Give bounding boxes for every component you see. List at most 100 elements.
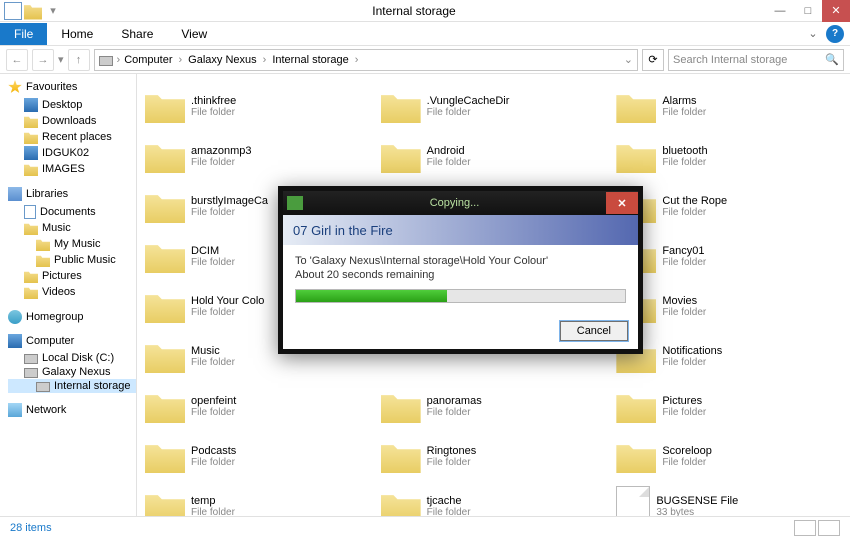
- file-item[interactable]: Fancy01File folder: [616, 234, 842, 278]
- file-item[interactable]: ScoreloopFile folder: [616, 434, 842, 478]
- file-item[interactable]: BUGSENSE File33 bytes: [616, 484, 842, 516]
- copy-dialog-icon: [287, 196, 303, 210]
- forward-button[interactable]: →: [32, 49, 54, 71]
- file-item[interactable]: tjcacheFile folder: [381, 484, 607, 516]
- file-name: Notifications: [662, 345, 722, 357]
- file-icon: [616, 486, 650, 516]
- file-item[interactable]: openfeintFile folder: [145, 384, 371, 428]
- tab-home[interactable]: Home: [47, 23, 107, 45]
- search-icon: 🔍: [825, 53, 839, 66]
- folder-icon: [145, 339, 185, 373]
- file-item[interactable]: PicturesFile folder: [616, 384, 842, 428]
- sidebar-item-public-music[interactable]: Public Music: [8, 252, 136, 268]
- folder-icon: [145, 189, 185, 223]
- file-name: temp: [191, 495, 235, 507]
- file-item[interactable]: AndroidFile folder: [381, 134, 607, 178]
- crumb-device[interactable]: Galaxy Nexus: [188, 54, 272, 66]
- file-type: 33 bytes: [656, 507, 738, 517]
- sidebar-computer[interactable]: Computer: [26, 335, 74, 347]
- view-details-button[interactable]: [794, 520, 816, 536]
- file-type: File folder: [427, 457, 477, 468]
- sidebar-item-music[interactable]: Music: [8, 220, 136, 236]
- qat-caret-icon[interactable]: ▾: [44, 2, 62, 20]
- file-item[interactable]: PodcastsFile folder: [145, 434, 371, 478]
- crumb-computer[interactable]: Computer: [124, 54, 188, 66]
- dialog-close-button[interactable]: ✕: [606, 192, 638, 214]
- sidebar-network[interactable]: Network: [26, 404, 66, 416]
- file-name: tjcache: [427, 495, 471, 507]
- file-item[interactable]: RingtonesFile folder: [381, 434, 607, 478]
- sidebar-item-images[interactable]: IMAGES: [8, 161, 136, 177]
- sidebar-homegroup[interactable]: Homegroup: [26, 311, 83, 323]
- history-caret-icon[interactable]: ▾: [58, 53, 64, 66]
- folder-icon: [145, 139, 185, 173]
- help-icon[interactable]: ?: [826, 25, 844, 43]
- sidebar-favourites[interactable]: Favourites: [26, 81, 77, 93]
- folder-icon: [145, 489, 185, 516]
- sidebar-item-my-music[interactable]: My Music: [8, 236, 136, 252]
- sidebar-item-documents[interactable]: Documents: [8, 204, 136, 220]
- file-name: Alarms: [662, 95, 706, 107]
- sidebar-item-internal-storage[interactable]: Internal storage: [8, 379, 136, 393]
- file-type: File folder: [191, 507, 235, 517]
- sidebar-item-videos[interactable]: Videos: [8, 284, 136, 300]
- ribbon-tabs: File Home Share View ⌄ ?: [0, 22, 850, 46]
- new-folder-icon[interactable]: [24, 2, 42, 20]
- file-item[interactable]: NotificationsFile folder: [616, 334, 842, 378]
- file-item[interactable]: AlarmsFile folder: [616, 84, 842, 128]
- file-name: .thinkfree: [191, 95, 236, 107]
- file-type: File folder: [427, 507, 471, 517]
- refresh-button[interactable]: ⟳: [642, 49, 664, 71]
- file-item[interactable]: MoviesFile folder: [616, 284, 842, 328]
- nav-sidebar: Favourites Desktop Downloads Recent plac…: [0, 74, 137, 516]
- close-button[interactable]: ✕: [822, 0, 850, 22]
- copy-dialog-dest: To 'Galaxy Nexus\Internal storage\Hold Y…: [295, 255, 626, 267]
- crumb-storage[interactable]: Internal storage: [272, 54, 364, 66]
- file-name: burstlyImageCa: [191, 195, 268, 207]
- tab-file[interactable]: File: [0, 23, 47, 45]
- sidebar-item-local-disk[interactable]: Local Disk (C:): [8, 351, 136, 365]
- status-bar: 28 items: [0, 516, 850, 538]
- file-type: File folder: [427, 407, 482, 418]
- file-name: Pictures: [662, 395, 706, 407]
- file-item[interactable]: Cut the RopeFile folder: [616, 184, 842, 228]
- sidebar-libraries[interactable]: Libraries: [26, 188, 68, 200]
- sidebar-item-downloads[interactable]: Downloads: [8, 113, 136, 129]
- search-input[interactable]: Search Internal storage🔍: [668, 49, 844, 71]
- file-item[interactable]: amazonmp3File folder: [145, 134, 371, 178]
- sidebar-item-desktop[interactable]: Desktop: [8, 97, 136, 113]
- sidebar-item-idguk02[interactable]: IDGUK02: [8, 145, 136, 161]
- breadcrumb-caret-icon[interactable]: ⌄: [624, 53, 633, 66]
- file-type: File folder: [191, 307, 264, 318]
- tab-view[interactable]: View: [167, 23, 221, 45]
- view-icons-button[interactable]: [818, 520, 840, 536]
- up-button[interactable]: ↑: [68, 49, 90, 71]
- ribbon-expand-icon[interactable]: ⌄: [804, 25, 822, 43]
- file-name: Cut the Rope: [662, 195, 727, 207]
- file-item[interactable]: tempFile folder: [145, 484, 371, 516]
- minimize-button[interactable]: —: [766, 0, 794, 22]
- file-name: Scoreloop: [662, 445, 712, 457]
- folder-icon: [145, 439, 185, 473]
- sidebar-item-galaxy-nexus[interactable]: Galaxy Nexus: [8, 365, 136, 379]
- file-type: File folder: [191, 207, 268, 218]
- breadcrumb[interactable]: › Computer Galaxy Nexus Internal storage…: [94, 49, 638, 71]
- tab-share[interactable]: Share: [107, 23, 167, 45]
- cancel-button[interactable]: Cancel: [560, 321, 628, 341]
- file-item[interactable]: bluetoothFile folder: [616, 134, 842, 178]
- file-name: Movies: [662, 295, 706, 307]
- window-title: Internal storage: [62, 4, 766, 18]
- sidebar-item-recent[interactable]: Recent places: [8, 129, 136, 145]
- file-type: File folder: [662, 257, 706, 268]
- properties-icon[interactable]: [4, 2, 22, 20]
- folder-icon: [381, 439, 421, 473]
- sidebar-item-pictures[interactable]: Pictures: [8, 268, 136, 284]
- maximize-button[interactable]: □: [794, 0, 822, 22]
- back-button[interactable]: ←: [6, 49, 28, 71]
- file-type: File folder: [662, 207, 727, 218]
- file-name: Android: [427, 145, 471, 157]
- file-item[interactable]: .VungleCacheDirFile folder: [381, 84, 607, 128]
- file-item[interactable]: panoramasFile folder: [381, 384, 607, 428]
- network-icon: [8, 403, 22, 417]
- file-item[interactable]: .thinkfreeFile folder: [145, 84, 371, 128]
